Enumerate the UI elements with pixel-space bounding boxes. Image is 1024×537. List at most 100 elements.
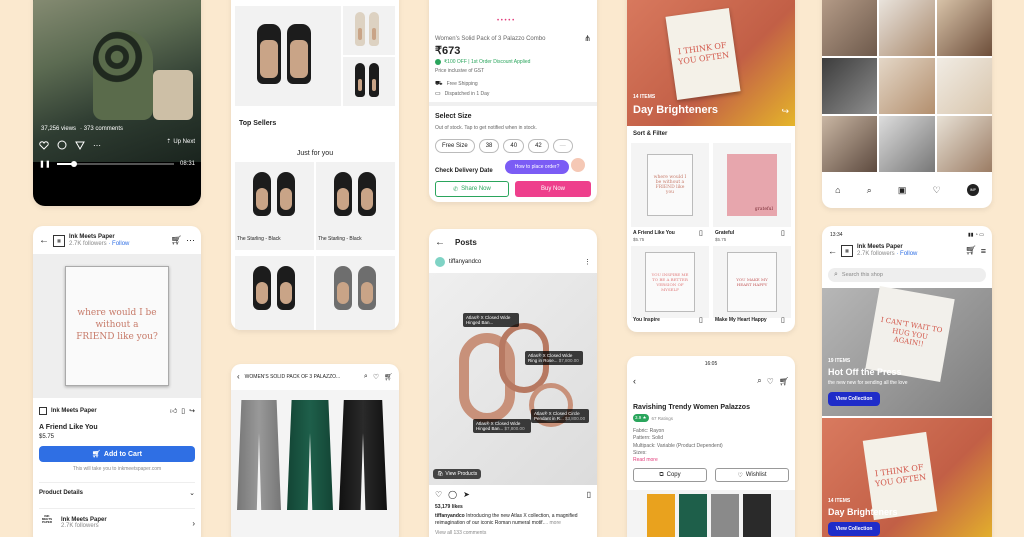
grid-photo[interactable] <box>879 116 935 172</box>
up-next-button[interactable]: ⇡ Up Next <box>166 138 195 146</box>
size-chip[interactable]: Free Size <box>435 139 475 153</box>
collection-item[interactable]: grateful <box>713 143 791 227</box>
collection-hero-2[interactable]: I THINK OF YOU OFTEN 14 ITEMS Day Bright… <box>822 418 992 537</box>
bookmark-icon[interactable]: ▯ <box>699 316 703 324</box>
bookmark-icon[interactable]: ▯ <box>781 316 785 324</box>
view-collection-button[interactable]: View Collection <box>828 392 880 406</box>
view-products-button[interactable]: 🛍︎ View Products <box>433 469 482 479</box>
follow-link[interactable]: · Follow <box>108 241 129 247</box>
back-arrow-icon[interactable]: ← <box>435 237 445 248</box>
heart-icon[interactable]: ♡ <box>933 185 941 196</box>
grid-photo[interactable] <box>822 58 878 114</box>
share-icon[interactable]: ↪ <box>189 407 195 415</box>
caption-user[interactable]: tiffanyandco <box>435 513 465 519</box>
shop-icon[interactable]: ▣ <box>898 185 907 196</box>
buy-now-button[interactable]: Buy Now <box>515 181 591 197</box>
send-icon[interactable]: ➤ <box>463 490 580 499</box>
copy-button[interactable]: ⧉ Copy <box>633 468 707 482</box>
menu-icon[interactable]: ≡ <box>981 246 986 256</box>
grid-photo[interactable] <box>822 0 878 56</box>
shop-name[interactable]: Ink Meets Paper <box>857 244 961 251</box>
grid-photo[interactable] <box>936 58 992 114</box>
pause-icon[interactable]: ❚❚ <box>39 160 51 168</box>
comment-icon[interactable]: ◯ <box>448 490 457 499</box>
search-icon[interactable]: ⌕ <box>364 373 368 381</box>
back-arrow-icon[interactable]: ‹ <box>633 376 752 386</box>
product-image[interactable]: where would I be without a FRIEND like y… <box>33 254 201 398</box>
product-card-2[interactable]: The Starling - Black <box>316 162 395 250</box>
search-icon[interactable]: ⌕ <box>867 185 872 196</box>
product-tag[interactable]: Atlas® X Closed Wide Hinged Ban... $7,80… <box>473 419 531 433</box>
view-collection-button[interactable]: View Collection <box>828 522 880 536</box>
grid-photo[interactable] <box>879 0 935 56</box>
palazzo-image[interactable] <box>627 490 795 537</box>
product-details-row[interactable]: Product Details ⌄ <box>39 482 195 497</box>
product-tag[interactable]: Atlas® X Closed Wide Ring in Rose... $7,… <box>525 351 583 365</box>
share-icon[interactable]: ↪ <box>781 106 789 117</box>
home-icon[interactable]: ⌂ <box>835 185 840 195</box>
size-chip[interactable]: 42 <box>528 139 549 153</box>
avatar[interactable]: IMP <box>966 184 979 196</box>
collection-hero-1[interactable]: I CAN'T WAIT TO HUG YOU AGAIN!! 19 ITEMS… <box>822 286 992 416</box>
follow-link[interactable]: · Follow <box>896 251 917 257</box>
collection-hero[interactable]: I THINK OF YOU OFTEN 14 ITEMS Day Bright… <box>627 0 795 126</box>
product-card-3[interactable] <box>235 256 314 330</box>
more-icon[interactable]: ⋯ <box>186 235 195 246</box>
product-card-4[interactable] <box>316 256 395 330</box>
top-seller-image-1[interactable] <box>235 6 341 106</box>
shop-name[interactable]: Ink Meets Paper <box>69 234 167 241</box>
grid-photo[interactable] <box>936 0 992 56</box>
shop-footer-row[interactable]: INK MEETS PAPER Ink Meets Paper 2.7K fol… <box>39 508 195 531</box>
post-image[interactable]: Atlas® X Closed Wide Hinged Ban... Atlas… <box>429 273 597 485</box>
read-more-link[interactable]: Read more <box>633 457 723 464</box>
grid-photo[interactable] <box>822 116 878 172</box>
size-chip[interactable]: 38 <box>478 139 500 153</box>
top-seller-image-3[interactable] <box>343 57 395 106</box>
cart-icon[interactable]: 🛒︎ <box>384 373 393 381</box>
collection-item[interactable]: YOU INSPIRE ME TO BE A BETTER VERSION OF… <box>631 246 709 318</box>
sort-filter-button[interactable]: Sort & Filter <box>633 131 667 137</box>
heart-icon[interactable]: ♡ <box>767 377 774 386</box>
share-icon[interactable] <box>75 140 85 150</box>
product-card-1[interactable]: The Starling - Black <box>235 162 314 250</box>
back-arrow-icon[interactable]: ← <box>39 235 49 246</box>
size-chip[interactable]: 40 <box>503 139 525 153</box>
collection-item[interactable]: where would I be without a FRIEND like y… <box>631 143 709 227</box>
back-arrow-icon[interactable]: ‹ <box>237 372 240 381</box>
reel-progress-bar[interactable] <box>56 161 174 167</box>
wishlist-button[interactable]: ♡ Wishlist <box>715 468 789 482</box>
avatar[interactable] <box>435 257 445 267</box>
chat-avatar[interactable] <box>569 156 587 174</box>
product-tag[interactable]: Atlas® X Closed Wide Hinged Ban... <box>463 313 519 327</box>
more-icon[interactable]: ⋮ <box>584 258 591 266</box>
palazzo-image[interactable] <box>231 390 399 537</box>
search-field[interactable]: ⌕ Search this shop <box>828 268 986 282</box>
cart-icon[interactable]: 🛒︎ <box>171 235 182 246</box>
heart-icon[interactable] <box>39 140 49 150</box>
heart-icon[interactable]: ♡ <box>435 490 442 499</box>
bookmark-icon[interactable]: ▯ <box>587 490 591 499</box>
grid-photo[interactable] <box>936 116 992 172</box>
post-account[interactable]: tiffanyandco <box>449 259 580 265</box>
back-arrow-icon[interactable]: ← <box>828 246 837 256</box>
cart-icon[interactable]: 🛒︎ <box>965 245 976 256</box>
share-now-button[interactable]: ✆ Share Now <box>435 181 509 197</box>
reel-progress-knob[interactable] <box>71 161 78 167</box>
top-seller-image-2[interactable] <box>343 6 395 55</box>
product-tag[interactable]: Atlas® X Closed Circle Pendant in R... $… <box>531 409 589 423</box>
delivery-heading[interactable]: Check Delivery Date <box>435 168 493 174</box>
add-to-cart-button[interactable]: 🛒︎ Add to Cart <box>39 446 195 462</box>
grid-photo[interactable] <box>879 58 935 114</box>
more-icon[interactable]: ⋯ <box>93 141 101 150</box>
seller-name[interactable]: Ink Meets Paper <box>51 408 166 414</box>
like-icon[interactable]: 👍︎ <box>170 406 177 415</box>
heart-icon[interactable]: ♡ <box>373 373 379 381</box>
bookmark-icon[interactable]: ▯ <box>699 229 703 237</box>
comment-icon[interactable] <box>57 140 67 150</box>
collection-item[interactable]: YOU MAKE MY HEART HAPPY <box>713 246 791 318</box>
search-icon[interactable]: ⌕ <box>757 376 761 386</box>
more-link[interactable]: ... more <box>544 520 561 526</box>
share-icon[interactable]: ⋔ <box>584 34 591 43</box>
chat-bubble[interactable]: How to place order? <box>505 160 569 174</box>
size-chip[interactable]: — <box>552 139 573 153</box>
